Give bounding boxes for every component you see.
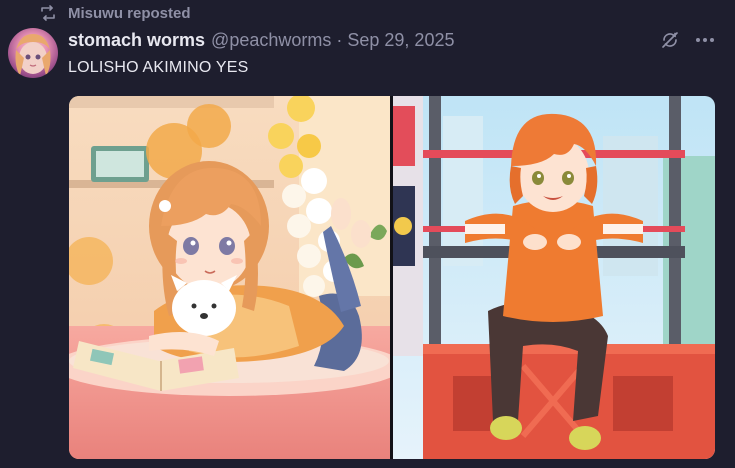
repost-label: Misuwu reposted: [68, 4, 191, 22]
post-text: LOLISHO AKIMINO YES: [68, 59, 249, 76]
header-separator: ·: [336, 30, 343, 50]
media-grid[interactable]: [69, 96, 715, 459]
avatar[interactable]: [8, 28, 58, 78]
repost-icon: [38, 4, 58, 22]
media-image-right[interactable]: [393, 96, 715, 459]
mute-thread-icon[interactable]: [658, 28, 682, 52]
more-options-icon[interactable]: [693, 28, 717, 52]
author-handle[interactable]: @peachworms: [211, 30, 331, 51]
post[interactable]: Misuwu reposted stomach worms @peachworm…: [0, 0, 735, 468]
media-image-left[interactable]: [69, 96, 390, 459]
author-name[interactable]: stomach worms: [68, 30, 205, 51]
repost-line[interactable]: Misuwu reposted: [38, 4, 191, 22]
post-date[interactable]: Sep 29, 2025: [347, 30, 454, 51]
post-header: stomach worms @peachworms · Sep 29, 2025: [68, 30, 454, 52]
